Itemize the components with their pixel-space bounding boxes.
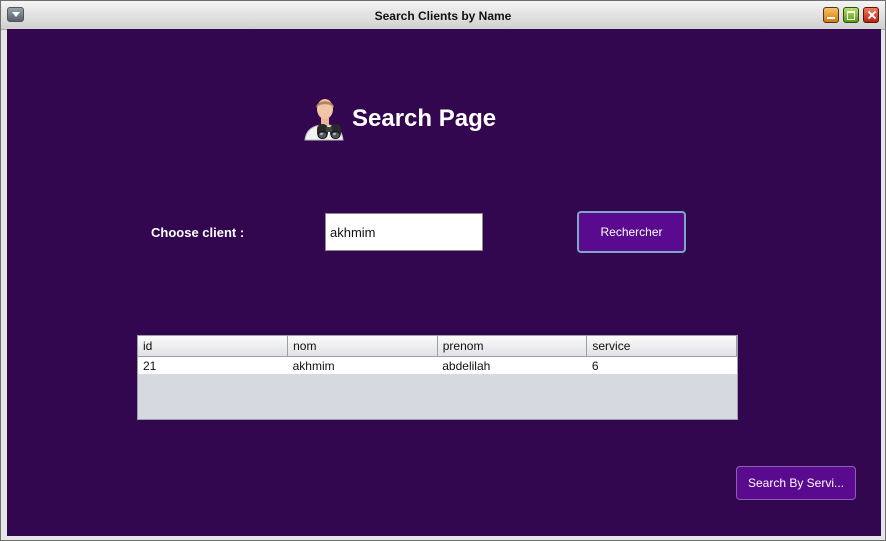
cell-id[interactable]: 21 (138, 356, 288, 374)
table-row[interactable]: 21 akhmim abdelilah 6 (138, 356, 737, 374)
column-header-id[interactable]: id (138, 336, 289, 357)
maximize-icon[interactable] (843, 7, 859, 23)
close-icon[interactable] (863, 7, 879, 23)
cell-prenom[interactable]: abdelilah (437, 356, 587, 374)
column-header-service[interactable]: service (586, 336, 737, 357)
cell-nom[interactable]: akhmim (287, 356, 438, 374)
minimize-icon[interactable] (823, 7, 839, 23)
column-header-prenom[interactable]: prenom (437, 336, 588, 357)
main-panel: Search Page Choose client : Rechercher i… (7, 29, 881, 536)
window-title: Search Clients by Name (374, 9, 512, 23)
results-table: id nom prenom service 21 akhmim abdelila… (137, 335, 738, 420)
rechercher-button[interactable]: Rechercher (577, 211, 686, 253)
column-header-nom[interactable]: nom (287, 336, 438, 357)
user-binoculars-icon (304, 99, 344, 141)
application-window: Search Clients by Name Search Page Choos… (0, 0, 886, 541)
table-header-row: id nom prenom service (138, 336, 737, 357)
title-bar[interactable]: Search Clients by Name (1, 1, 885, 30)
client-name-input[interactable] (325, 213, 483, 251)
choose-client-label: Choose client : (151, 225, 245, 240)
cell-service[interactable]: 6 (586, 356, 737, 374)
page-title: Search Page (352, 105, 497, 132)
search-by-service-button[interactable]: Search By Servi... (736, 466, 856, 500)
